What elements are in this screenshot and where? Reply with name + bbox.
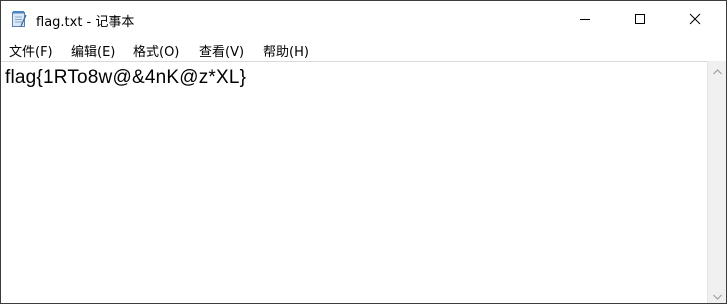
scroll-up-button[interactable] [708, 60, 726, 79]
scroll-up-arrow-icon [713, 60, 722, 79]
menu-edit[interactable]: 编辑(E) [71, 41, 115, 60]
menu-help[interactable]: 帮助(H) [263, 41, 309, 60]
vertical-scrollbar[interactable] [707, 60, 726, 303]
minimize-button[interactable] [562, 1, 608, 37]
minimize-icon [579, 10, 591, 29]
scroll-down-button[interactable] [708, 285, 726, 303]
scroll-down-arrow-icon [713, 285, 722, 303]
menu-bar: 文件(F) 编辑(E) 格式(O) 查看(V) 帮助(H) [1, 37, 726, 61]
menu-file[interactable]: 文件(F) [9, 41, 53, 60]
notepad-icon [10, 10, 28, 28]
title-bar[interactable]: flag.txt - 记事本 [1, 1, 726, 37]
close-button[interactable] [672, 1, 718, 37]
menu-view[interactable]: 查看(V) [199, 41, 244, 60]
window-title: flag.txt - 记事本 [36, 15, 135, 30]
text-editor-area[interactable]: flag{1RTo8w@&4nK@z*XL} [1, 61, 707, 303]
menu-format[interactable]: 格式(O) [133, 41, 179, 60]
maximize-icon [634, 10, 646, 29]
editor-content[interactable]: flag{1RTo8w@&4nK@z*XL} [5, 67, 246, 89]
close-icon [689, 10, 701, 29]
maximize-button[interactable] [617, 1, 663, 37]
notepad-window: flag.txt - 记事本 文件(F) 编辑(E) 格式(O) 查看(V) 帮… [0, 0, 727, 304]
